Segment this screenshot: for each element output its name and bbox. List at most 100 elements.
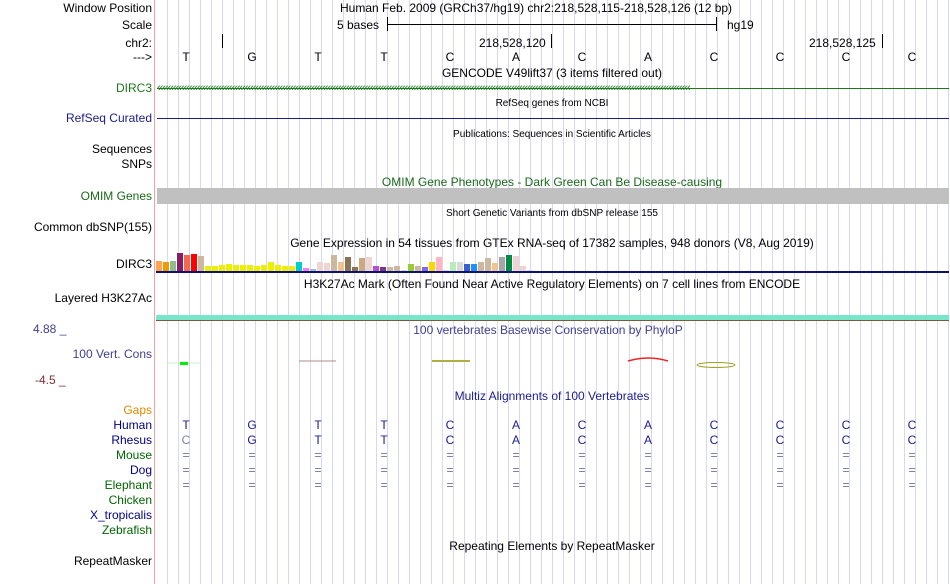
phylop-max: 4.88 _ bbox=[33, 322, 67, 336]
gtex-tissue-bar[interactable] bbox=[268, 262, 274, 271]
omim-feature[interactable] bbox=[157, 188, 949, 204]
refseq-title[interactable]: RefSeq genes from NCBI bbox=[496, 97, 609, 111]
gtex-tissue-bar[interactable] bbox=[499, 257, 505, 271]
aligned-base: C bbox=[775, 433, 785, 447]
aligned-base: = bbox=[182, 448, 190, 462]
gtex-tissue-bar[interactable] bbox=[177, 253, 183, 271]
gtex-tissue-bar[interactable] bbox=[429, 262, 435, 271]
species-label[interactable]: Zebrafish bbox=[102, 523, 152, 537]
gtex-tissue-bar[interactable] bbox=[513, 256, 519, 271]
phylop-title[interactable]: 100 vertebrates Basewise Conservation by… bbox=[413, 323, 682, 337]
aligned-base: T bbox=[380, 433, 388, 447]
repeatmasker-label[interactable]: RepeatMasker bbox=[74, 554, 152, 568]
aligned-base: C bbox=[445, 418, 455, 432]
species-label[interactable]: Elephant bbox=[105, 478, 152, 492]
aligned-base: = bbox=[380, 448, 388, 462]
base: G bbox=[247, 50, 257, 64]
species-label[interactable]: Human bbox=[113, 418, 152, 432]
aligned-base: = bbox=[908, 478, 916, 492]
species-label[interactable]: X_tropicalis bbox=[90, 508, 152, 522]
phylop-min: -4.5 _ bbox=[35, 373, 66, 387]
gtex-tissue-bar[interactable] bbox=[198, 256, 204, 271]
aligned-base: = bbox=[908, 463, 916, 477]
gtex-tissue-bar[interactable] bbox=[331, 255, 337, 271]
base: C bbox=[709, 50, 719, 64]
dbsnp-title[interactable]: Short Genetic Variants from dbSNP releas… bbox=[446, 207, 658, 221]
gtex-tissue-bar[interactable] bbox=[226, 264, 232, 271]
refseq-label[interactable]: RefSeq Curated bbox=[66, 111, 152, 125]
h3k27ac-title[interactable]: H3K27Ac Mark (Often Found Near Active Re… bbox=[304, 277, 800, 291]
aligned-base: A bbox=[643, 433, 653, 447]
aligned-base: C bbox=[181, 433, 191, 447]
gtex-tissue-bar[interactable] bbox=[338, 262, 344, 271]
aligned-base: C bbox=[709, 418, 719, 432]
gtex-tissue-bar[interactable] bbox=[345, 257, 351, 271]
aligned-base: = bbox=[380, 478, 388, 492]
gtex-tissue-bar[interactable] bbox=[478, 262, 484, 271]
gtex-bar-chart[interactable] bbox=[156, 250, 536, 272]
gtex-tissue-bar[interactable] bbox=[464, 264, 470, 271]
gtex-tissue-bar[interactable] bbox=[436, 257, 442, 271]
gtex-tissue-bar[interactable] bbox=[366, 257, 372, 271]
gtex-tissue-bar[interactable] bbox=[324, 263, 330, 271]
scale-bar bbox=[387, 24, 717, 25]
aligned-base: = bbox=[776, 478, 784, 492]
gtex-tissue-bar[interactable] bbox=[296, 262, 302, 271]
phylop-label[interactable]: 100 Vert. Cons bbox=[73, 347, 152, 361]
aligned-base: = bbox=[182, 478, 190, 492]
omim-label[interactable]: OMIM Genes bbox=[81, 189, 152, 203]
omim-title[interactable]: OMIM Gene Phenotypes - Dark Green Can Be… bbox=[382, 175, 722, 189]
phylop-signal[interactable] bbox=[156, 350, 949, 375]
sequences-label[interactable]: Sequences bbox=[92, 142, 152, 156]
gtex-tissue-bar[interactable] bbox=[408, 264, 414, 271]
aligned-base: = bbox=[314, 463, 322, 477]
aligned-base: = bbox=[248, 448, 256, 462]
dbsnp-label[interactable]: Common dbSNP(155) bbox=[34, 220, 152, 234]
gtex-tissue-bar[interactable] bbox=[506, 255, 512, 271]
species-label[interactable]: Mouse bbox=[116, 448, 152, 462]
species-label[interactable]: Gaps bbox=[123, 403, 152, 417]
coord-tick bbox=[551, 34, 552, 48]
aligned-base: = bbox=[776, 463, 784, 477]
gtex-label[interactable]: DIRC3 bbox=[116, 257, 152, 271]
phylop-mark bbox=[696, 362, 736, 368]
species-label[interactable]: Dog bbox=[130, 463, 152, 477]
repeatmasker-title[interactable]: Repeating Elements by RepeatMasker bbox=[449, 539, 654, 553]
gtex-tissue-bar[interactable] bbox=[191, 254, 197, 271]
gtex-tissue-bar[interactable] bbox=[450, 262, 456, 271]
gtex-title[interactable]: Gene Expression in 54 tissues from GTEx … bbox=[290, 236, 814, 250]
aligned-base: = bbox=[380, 463, 388, 477]
gtex-tissue-bar[interactable] bbox=[485, 258, 491, 271]
gtex-gene-line[interactable] bbox=[156, 271, 949, 273]
coord-tick bbox=[222, 34, 223, 48]
h3k27ac-label[interactable]: Layered H3K27Ac bbox=[55, 291, 152, 305]
gtex-tissue-bar[interactable] bbox=[359, 258, 365, 271]
gtex-tissue-bar[interactable] bbox=[184, 255, 190, 271]
species-label[interactable]: Rhesus bbox=[111, 433, 152, 447]
aligned-base: = bbox=[710, 448, 718, 462]
gene-dirc3-line[interactable] bbox=[157, 88, 949, 89]
gencode-gene-label[interactable]: DIRC3 bbox=[116, 81, 152, 95]
gtex-tissue-bar[interactable] bbox=[492, 263, 498, 271]
aligned-base: = bbox=[644, 478, 652, 492]
assembly-title: Human Feb. 2009 (GRCh37/hg19) chr2:218,5… bbox=[340, 1, 733, 15]
gtex-tissue-bar[interactable] bbox=[317, 262, 323, 271]
gtex-tissue-bar[interactable] bbox=[163, 262, 169, 271]
gencode-title[interactable]: GENCODE V49lift37 (3 items filtered out) bbox=[442, 66, 662, 80]
gtex-tissue-bar[interactable] bbox=[170, 261, 176, 271]
gtex-tissue-bar[interactable] bbox=[156, 261, 162, 271]
pubs-title[interactable]: Publications: Sequences in Scientific Ar… bbox=[453, 128, 651, 142]
aligned-base: C bbox=[907, 418, 917, 432]
base: T bbox=[380, 50, 388, 64]
label-separator bbox=[154, 0, 155, 584]
genome-browser-image[interactable]: Window Position Human Feb. 2009 (GRCh37/… bbox=[0, 0, 950, 584]
base: A bbox=[643, 50, 653, 64]
gtex-tissue-bar[interactable] bbox=[471, 264, 477, 271]
species-label[interactable]: Chicken bbox=[109, 493, 152, 507]
refseq-gene-line[interactable] bbox=[157, 118, 949, 119]
aligned-base: = bbox=[842, 478, 850, 492]
gtex-tissue-bar[interactable] bbox=[457, 262, 463, 271]
multiz-title[interactable]: Multiz Alignments of 100 Vertebrates bbox=[455, 389, 650, 403]
base: C bbox=[577, 50, 587, 64]
snps-label[interactable]: SNPs bbox=[121, 157, 152, 171]
